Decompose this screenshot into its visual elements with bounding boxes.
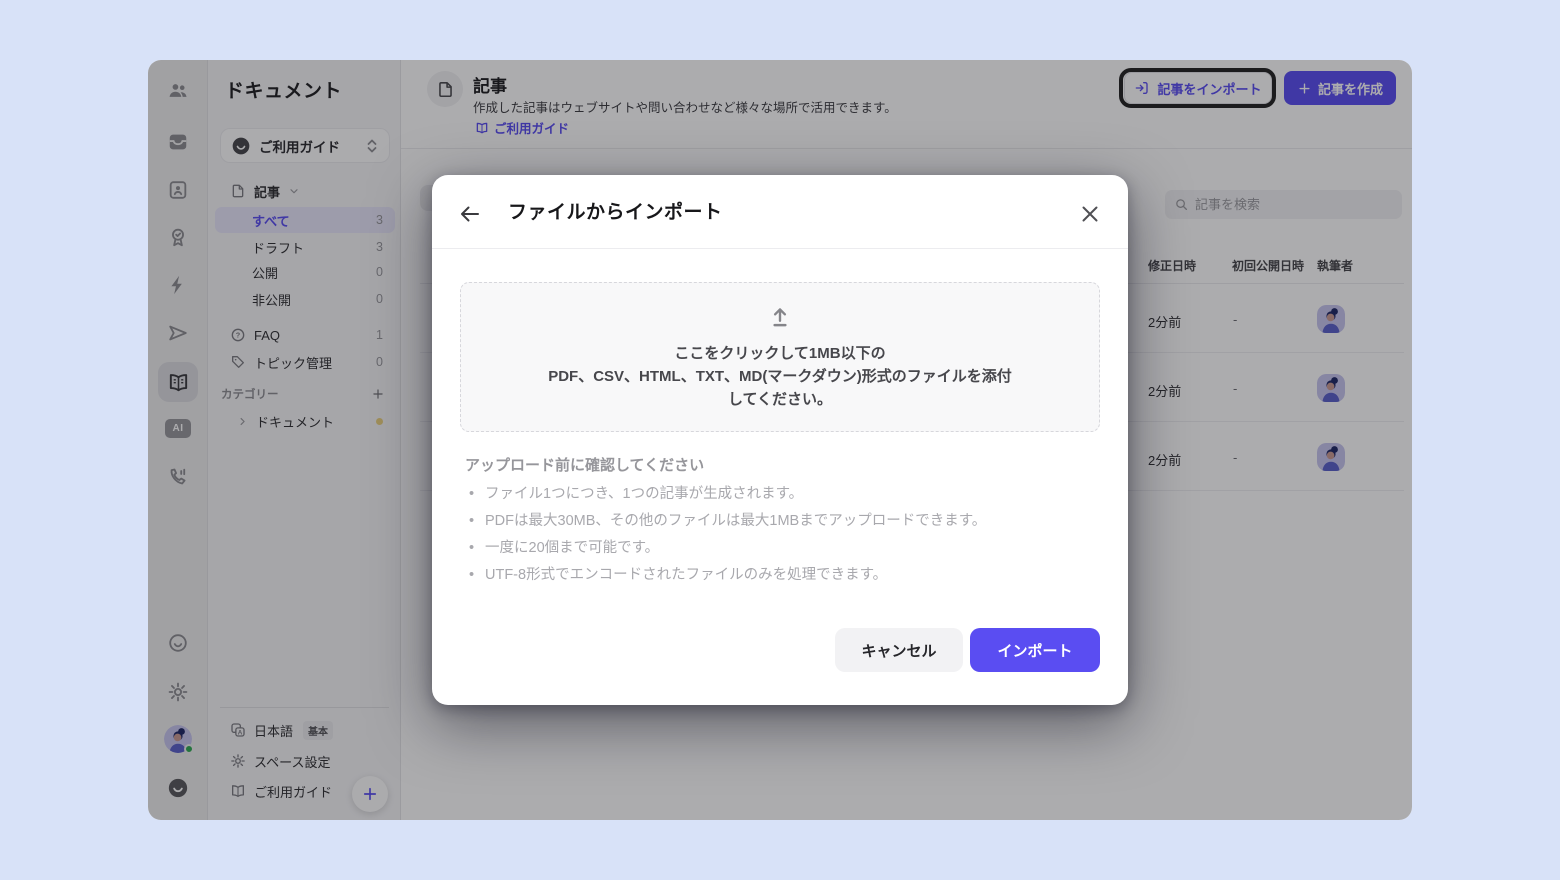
cancel-button[interactable]: キャンセル [835,628,963,672]
dropzone-line: ここをクリックして1MB以下の [674,344,886,362]
checklist-title: アップロード前に確認してください [465,457,705,474]
checklist-item: 一度に20個まで可能です。 [465,535,1095,562]
file-dropzone[interactable]: ここをクリックして1MB以下の PDF、CSV、HTML、TXT、MD(マークダ… [460,282,1100,432]
modal-title: ファイルからインポート [508,202,723,223]
dropzone-line: PDF、CSV、HTML、TXT、MD(マークダウン)形式のファイルを添付 [548,367,1012,385]
upload-icon [773,307,787,326]
dropzone-line: してください。 [727,390,833,408]
checklist-item: UTF-8形式でエンコードされたファイルのみを処理できます。 [465,562,1095,589]
upload-checklist: ファイル1つにつき、1つの記事が生成されます。 PDFは最大30MB、その他のフ… [465,481,1095,589]
close-icon[interactable] [1078,202,1102,226]
modal-header-divider [432,248,1128,249]
checklist-item: PDFは最大30MB、その他のファイルは最大1MBまでアップロードできます。 [465,508,1095,535]
import-modal: ファイルからインポート ここをクリックして1MB以下の PDF、CSV、HTML… [432,175,1128,705]
highlight-ring [1119,68,1276,108]
checklist-item: ファイル1つにつき、1つの記事が生成されます。 [465,481,1095,508]
dropzone-instructions: ここをクリックして1MB以下の PDF、CSV、HTML、TXT、MD(マークダ… [548,342,1012,411]
confirm-import-button[interactable]: インポート [970,628,1100,672]
back-arrow-icon[interactable] [458,202,482,226]
